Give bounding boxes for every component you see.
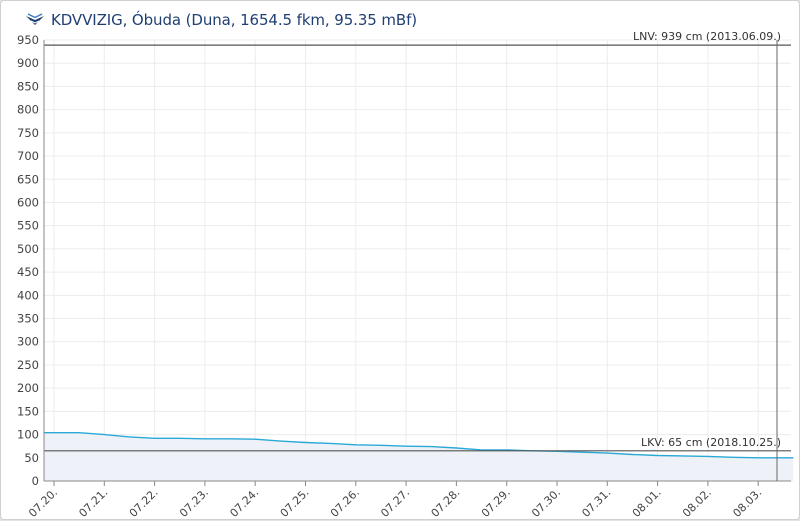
y-tick-label: 300 [17,335,39,349]
x-tick-label: 08.01. [630,486,664,520]
x-tick-label: 07.27. [378,486,412,520]
x-tick-label: 07.31. [579,486,613,520]
y-tick-label: 50 [24,451,39,465]
x-tick-label: 07.30. [529,486,563,520]
x-tick-label: 07.22. [127,486,161,520]
x-tick-label: 08.02. [680,486,714,520]
x-tick-label: 07.20. [26,486,60,520]
grid-lines [44,39,791,482]
x-tick-label: 07.26. [328,486,362,520]
y-tick-label: 250 [17,358,39,372]
y-tick-label: 450 [17,265,39,279]
y-tick-label: 150 [17,404,39,418]
x-tick-label: 07.21. [76,486,110,520]
y-tick-label: 850 [17,79,39,93]
y-tick-label: 950 [17,33,39,47]
y-tick-label: 750 [17,126,39,140]
y-tick-label: 350 [17,312,39,326]
x-tick-label: 07.29. [479,486,513,520]
y-tick-label: 100 [17,428,39,442]
y-tick-label: 700 [17,149,39,163]
y-tick-label: 800 [17,103,39,117]
y-tick-label: 600 [17,195,39,209]
y-tick-label: 200 [17,381,39,395]
reference-line-label: LNV: 939 cm (2013.06.09.) [633,30,781,43]
reference-line-label: LKV: 65 cm (2018.10.25.) [641,436,781,449]
x-tick-label: 07.24. [227,486,261,520]
y-tick-label: 900 [17,56,39,70]
x-tick-label: 07.23. [177,486,211,520]
y-tick-label: 400 [17,288,39,302]
water-level-chart: LNV: 939 cm (2013.06.09.) LKV: 65 cm (201… [17,30,794,520]
x-tick-label: 07.25. [278,486,312,520]
chart-frame: KDVVIZIG, Óbuda (Duna, 1654.5 fkm, 95.35… [0,0,800,520]
y-tick-label: 550 [17,219,39,233]
y-tick-label: 0 [32,474,39,488]
x-tick-label: 07.28. [429,486,463,520]
y-tick-label: 650 [17,172,39,186]
y-tick-label: 500 [17,242,39,256]
x-tick-label: 08.03. [730,486,764,520]
